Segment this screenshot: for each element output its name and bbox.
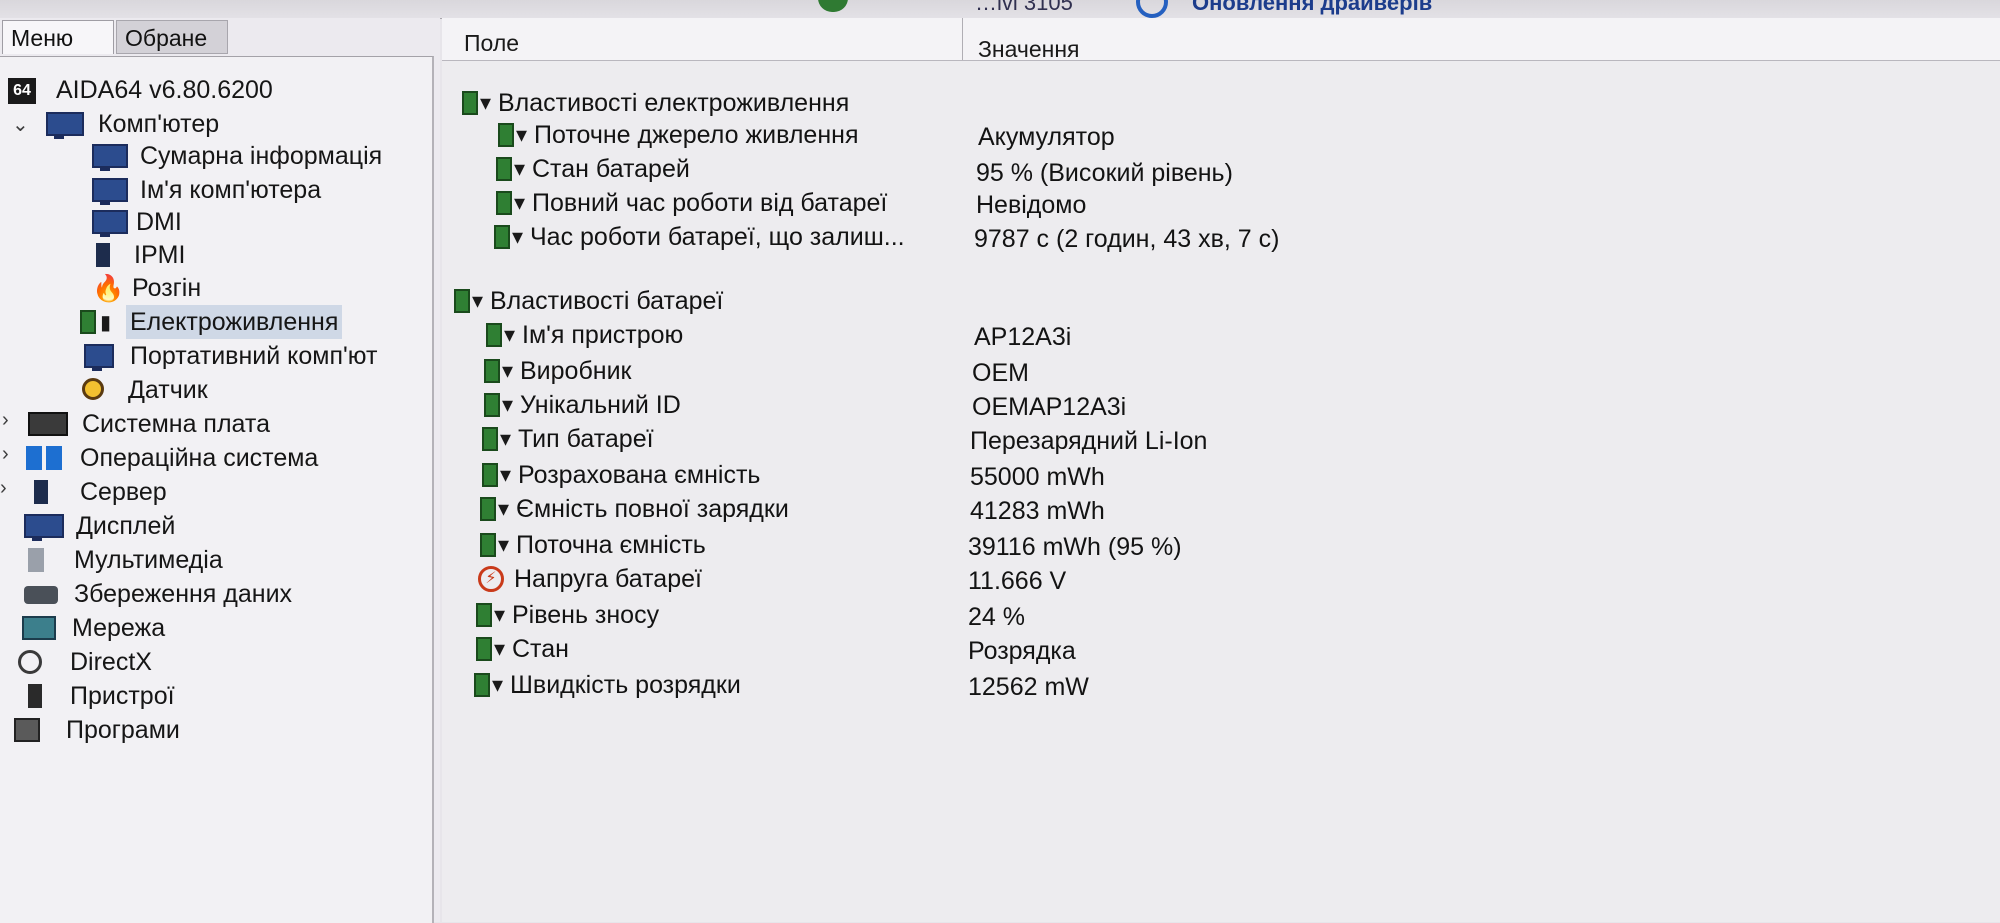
column-divider[interactable] (962, 18, 963, 60)
battery-icon (484, 359, 500, 383)
plug-icon: ▾ (516, 122, 528, 147)
motherboard-icon (28, 412, 68, 436)
battery-icon (496, 191, 512, 215)
network-icon (22, 616, 56, 640)
battery-icon (80, 306, 111, 340)
battery-icon (476, 603, 492, 627)
tab-menu[interactable]: Меню (2, 20, 114, 54)
toolbar: …ivi 3105 Оновлення драйверів (0, 0, 2000, 19)
value-text: AP12A3i (974, 323, 1072, 351)
windows-icon (26, 446, 62, 470)
value-text: 9787 с (2 годин, 43 хв, 7 с) (974, 225, 1280, 253)
list-header: Поле Значення (442, 18, 2000, 63)
plug-icon: ▾ (500, 462, 512, 487)
plug-icon: ▾ (502, 358, 514, 383)
computer-icon (46, 112, 84, 139)
plug-icon: ▾ (514, 156, 526, 181)
chevron-right-icon[interactable]: › (2, 443, 9, 466)
value-text: 95 % (Високий рівень) (976, 159, 1233, 187)
value-text: 55000 mWh (970, 463, 1105, 491)
plug-icon: ▾ (494, 636, 506, 661)
plug-icon: ▾ (498, 496, 510, 521)
value-text: OEMAP12A3i (972, 393, 1127, 421)
battery-icon (462, 91, 478, 115)
monitor-icon (92, 144, 128, 171)
value-text: Розрядка (968, 637, 1076, 665)
chevron-down-icon[interactable]: ⌄ (12, 112, 29, 137)
battery-icon (498, 123, 514, 147)
value-text: Перезарядний Li-Ion (970, 427, 1208, 455)
battery-icon (480, 533, 496, 557)
battery-icon (482, 427, 498, 451)
plug-icon: ▾ (512, 224, 524, 249)
battery-icon (482, 463, 498, 487)
value-text: Акумулятор (978, 123, 1115, 151)
aida64-icon: 64 (8, 78, 36, 104)
device-icon (28, 684, 42, 708)
navigation-tree: 64 AIDA64 v6.80.6200 ⌄ Комп'ютер Сумарна… (0, 56, 434, 923)
value-text: OEM (972, 359, 1029, 387)
driver-update-button[interactable]: Оновлення драйверів (1192, 0, 1432, 16)
value-text: 12562 mW (968, 673, 1089, 701)
plug-icon: ▾ (504, 322, 516, 347)
speaker-icon (28, 548, 44, 572)
value-text: Невідомо (976, 191, 1087, 219)
value-text: 24 % (968, 603, 1025, 631)
tab-favorites[interactable]: Обране (116, 20, 228, 54)
column-header-value[interactable]: Значення (978, 36, 1080, 63)
display-icon (24, 514, 64, 541)
battery-icon (476, 637, 492, 661)
download-icon[interactable] (818, 0, 848, 12)
laptop-icon (84, 344, 114, 371)
plug-icon: ▾ (498, 532, 510, 557)
value-text: 39116 mWh (95 %) (968, 533, 1182, 561)
search-icon[interactable] (1136, 0, 1168, 18)
battery-icon (474, 673, 490, 697)
disk-icon (24, 586, 58, 604)
value-text: 11.666 V (968, 567, 1067, 595)
details-panel: Поле Значення ▾ Властивості електроживле… (442, 18, 2000, 922)
sensor-icon (82, 378, 104, 400)
plug-icon: ▾ (480, 90, 492, 115)
value-text: 41283 mWh (970, 497, 1105, 525)
panel-tabs: Меню Обране (0, 18, 440, 58)
toolbar-button-left[interactable]: …ivi 3105 (975, 0, 1073, 16)
navigation-panel: Меню Обране 64 AIDA64 v6.80.6200 ⌄ Комп'… (0, 18, 440, 923)
plug-icon: ▾ (494, 602, 506, 627)
monitor-icon (92, 210, 128, 237)
server-icon (34, 480, 48, 504)
battery-icon (480, 497, 496, 521)
battery-icon (454, 289, 470, 313)
battery-icon (486, 323, 502, 347)
column-header-field[interactable]: Поле (464, 30, 519, 57)
chevron-right-icon[interactable]: › (0, 477, 7, 500)
plug-icon: ▾ (492, 672, 504, 697)
battery-icon (496, 157, 512, 181)
battery-icon (484, 393, 500, 417)
plug-icon: ▾ (514, 190, 526, 215)
xbox-icon (18, 650, 42, 674)
voltage-icon: ⚡ (478, 566, 504, 592)
plug-icon: ▾ (500, 426, 512, 451)
plug-icon: ▾ (502, 392, 514, 417)
plug-icon: ▾ (472, 288, 484, 313)
battery-icon (494, 225, 510, 249)
chevron-right-icon[interactable]: › (2, 409, 9, 432)
flame-icon: 🔥 (92, 273, 125, 303)
programs-icon (14, 718, 40, 742)
monitor-icon (92, 178, 128, 205)
server-tower-icon (96, 243, 110, 267)
